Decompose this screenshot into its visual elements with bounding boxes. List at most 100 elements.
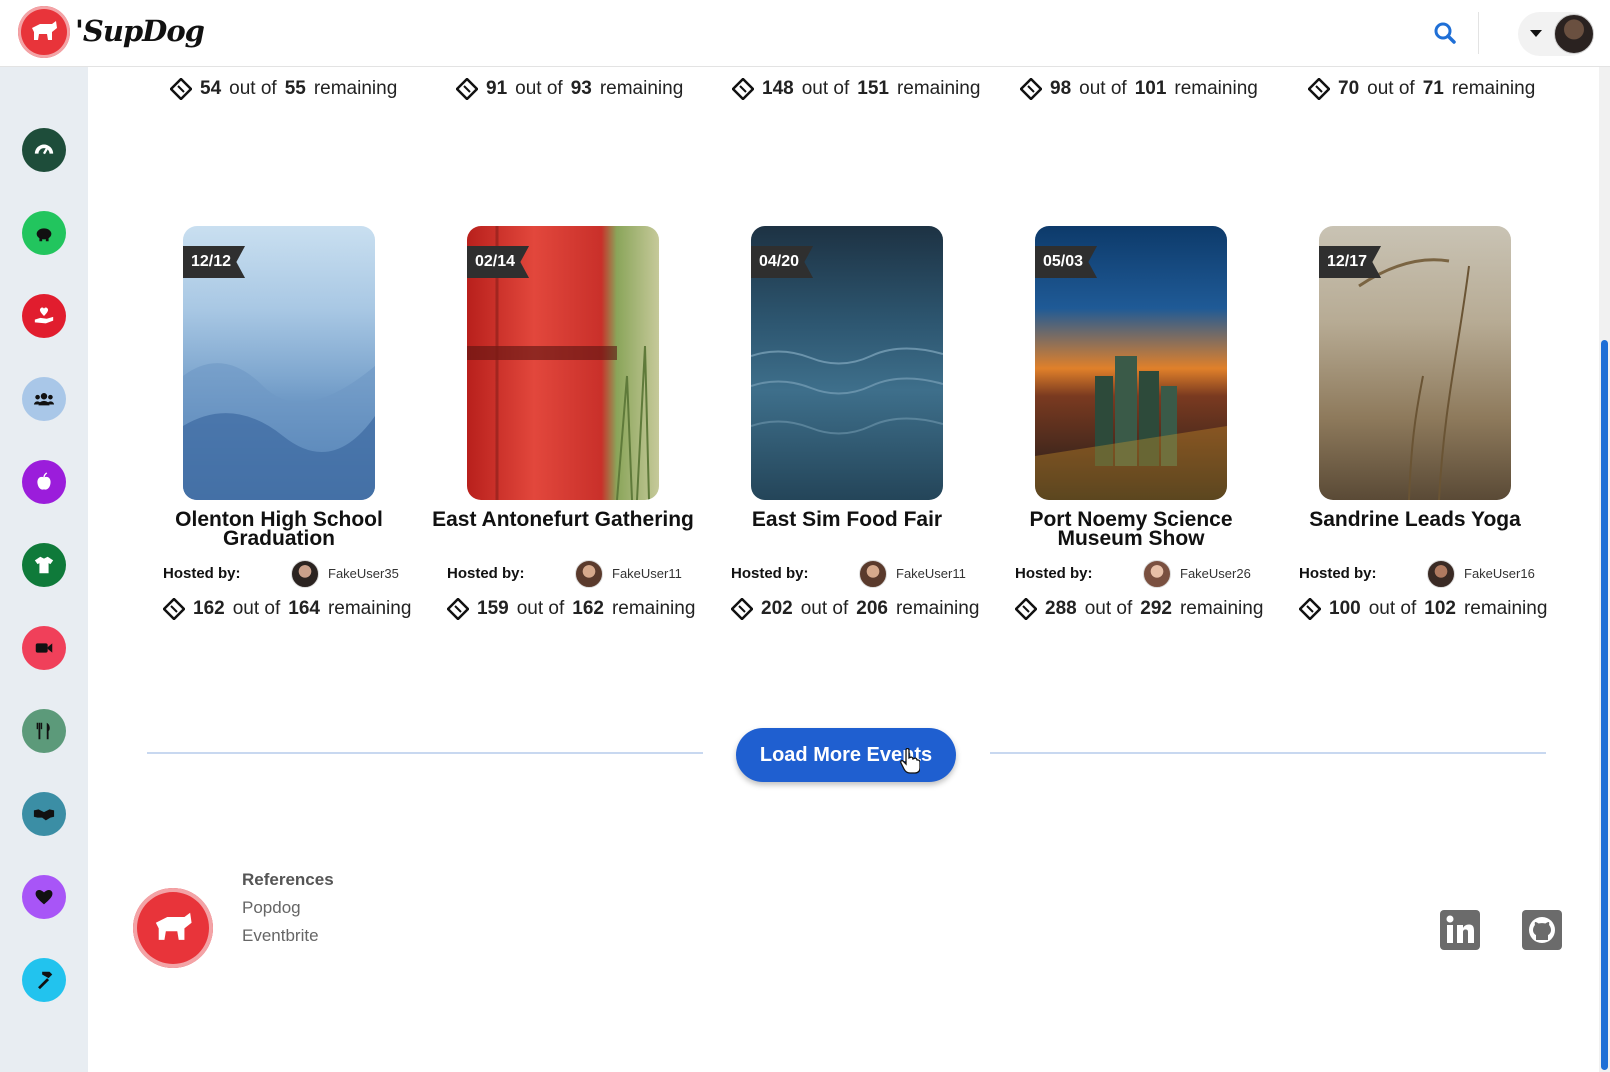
event-title[interactable]: Port Noemy Science Museum Show xyxy=(993,509,1269,549)
remaining-text: remaining xyxy=(895,598,980,619)
host-avatar[interactable] xyxy=(1143,560,1171,588)
out-of-text: out of xyxy=(229,78,277,99)
event-image-red-post[interactable]: 02/14 xyxy=(467,226,659,500)
tickets-total: 164 xyxy=(288,598,320,619)
tickets-left: 100 xyxy=(1329,598,1361,619)
brand-name[interactable]: 'SupDog xyxy=(75,14,205,48)
tickets-total: 93 xyxy=(570,78,592,99)
tickets-remaining: 98 out of 101 remaining xyxy=(1020,78,1258,100)
out-of-text: out of xyxy=(515,78,563,99)
tickets-left: 162 xyxy=(193,598,225,619)
host-avatar[interactable] xyxy=(859,560,887,588)
tickets-remaining: 70 out of 71 remaining xyxy=(1308,78,1535,100)
tickets-total: 206 xyxy=(856,598,888,619)
tickets-left: 288 xyxy=(1045,598,1077,619)
eventbrite-link[interactable]: Eventbrite xyxy=(242,926,319,946)
event-date-badge: 12/17 xyxy=(1319,246,1382,278)
event-host: Hosted by: FakeUser26 xyxy=(1015,560,1275,588)
tickets-total: 71 xyxy=(1422,78,1444,99)
out-of-text: out of xyxy=(232,598,281,619)
references-heading: References xyxy=(242,870,334,889)
hand-pointer-cursor-icon xyxy=(900,748,920,774)
ticket-icon xyxy=(447,598,469,620)
event-image-wheat[interactable]: 12/17 xyxy=(1319,226,1511,500)
event-image-city-skyline[interactable]: 05/03 xyxy=(1035,226,1227,500)
scrollbar-thumb[interactable] xyxy=(1601,340,1608,1070)
profile-menu-button[interactable] xyxy=(1518,12,1594,56)
ticket-icon xyxy=(170,78,192,100)
hosted-by-label: Hosted by: xyxy=(163,565,241,582)
host-username[interactable]: FakeUser26 xyxy=(1180,566,1251,581)
event-title[interactable]: Olenton High School Graduation xyxy=(141,509,417,549)
hosted-by-label: Hosted by: xyxy=(447,565,525,582)
ticket-icon xyxy=(163,598,185,620)
tickets-remaining: 202 out of 206 remaining xyxy=(731,598,979,620)
remaining-text: remaining xyxy=(327,598,412,619)
event-title[interactable]: East Sim Food Fair xyxy=(709,509,985,530)
host-avatar[interactable] xyxy=(291,560,319,588)
hosted-by-label: Hosted by: xyxy=(731,565,809,582)
host-username[interactable]: FakeUser35 xyxy=(328,566,399,581)
tickets-left: 148 xyxy=(762,78,794,99)
ticket-icon xyxy=(456,78,478,100)
piggy-bank-icon[interactable] xyxy=(22,211,66,255)
host-avatar[interactable] xyxy=(1427,560,1455,588)
handshake-icon[interactable] xyxy=(22,792,66,836)
apple-icon[interactable] xyxy=(22,460,66,504)
divider-right xyxy=(990,752,1546,754)
tickets-total: 162 xyxy=(572,598,604,619)
users-group-icon[interactable] xyxy=(22,377,66,421)
event-title[interactable]: East Antonefurt Gathering xyxy=(425,509,701,530)
tickets-remaining: 100 out of 102 remaining xyxy=(1299,598,1547,620)
search-icon[interactable] xyxy=(1432,20,1458,46)
tickets-left: 159 xyxy=(477,598,509,619)
load-more-events-button[interactable]: Load More Events xyxy=(736,728,956,782)
ticket-icon xyxy=(1015,598,1037,620)
popdog-link[interactable]: Popdog xyxy=(242,898,301,918)
host-username[interactable]: FakeUser16 xyxy=(1464,566,1535,581)
tickets-left: 98 xyxy=(1050,78,1072,99)
tickets-total: 101 xyxy=(1134,78,1167,99)
host-username[interactable]: FakeUser11 xyxy=(612,566,682,581)
event-host: Hosted by: FakeUser35 xyxy=(163,560,423,588)
ticket-icon xyxy=(731,598,753,620)
tickets-left: 91 xyxy=(486,78,508,99)
brand-logo[interactable] xyxy=(18,6,70,58)
linkedin-icon[interactable] xyxy=(1440,910,1480,950)
out-of-text: out of xyxy=(1368,598,1417,619)
footer-logo[interactable] xyxy=(133,888,213,968)
ticket-icon xyxy=(1308,78,1330,100)
remaining-text: remaining xyxy=(1451,78,1536,99)
user-avatar xyxy=(1554,14,1594,54)
tickets-total: 55 xyxy=(284,78,306,99)
event-image-mountains[interactable]: 12/12 xyxy=(183,226,375,500)
tshirt-icon[interactable] xyxy=(22,543,66,587)
tickets-left: 202 xyxy=(761,598,793,619)
remaining-text: remaining xyxy=(1174,78,1258,99)
tickets-left: 54 xyxy=(200,78,222,99)
github-icon[interactable] xyxy=(1522,910,1562,950)
ticket-icon xyxy=(732,78,754,100)
navbar-divider xyxy=(1478,12,1479,54)
event-image-water[interactable]: 04/20 xyxy=(751,226,943,500)
remaining-text: remaining xyxy=(896,78,981,99)
event-host: Hosted by: FakeUser11 xyxy=(447,560,707,588)
out-of-text: out of xyxy=(1079,78,1127,99)
tickets-remaining: 159 out of 162 remaining xyxy=(447,598,695,620)
remaining-text: remaining xyxy=(313,78,398,99)
remaining-text: remaining xyxy=(611,598,696,619)
tickets-remaining: 148 out of 151 remaining xyxy=(732,78,980,100)
sidebar xyxy=(0,66,88,1072)
charity-hand-heart-icon[interactable] xyxy=(22,294,66,338)
dashboard-icon[interactable] xyxy=(22,128,66,172)
host-avatar[interactable] xyxy=(575,560,603,588)
heart-icon[interactable] xyxy=(22,875,66,919)
host-username[interactable]: FakeUser11 xyxy=(896,566,966,581)
event-title[interactable]: Sandrine Leads Yoga xyxy=(1277,509,1553,530)
video-camera-icon[interactable] xyxy=(22,626,66,670)
hammer-icon[interactable] xyxy=(22,958,66,1002)
utensils-icon[interactable] xyxy=(22,709,66,753)
out-of-text: out of xyxy=(1084,598,1133,619)
dog-logo-icon xyxy=(32,21,57,40)
top-navbar: 'SupDog xyxy=(0,0,1610,67)
